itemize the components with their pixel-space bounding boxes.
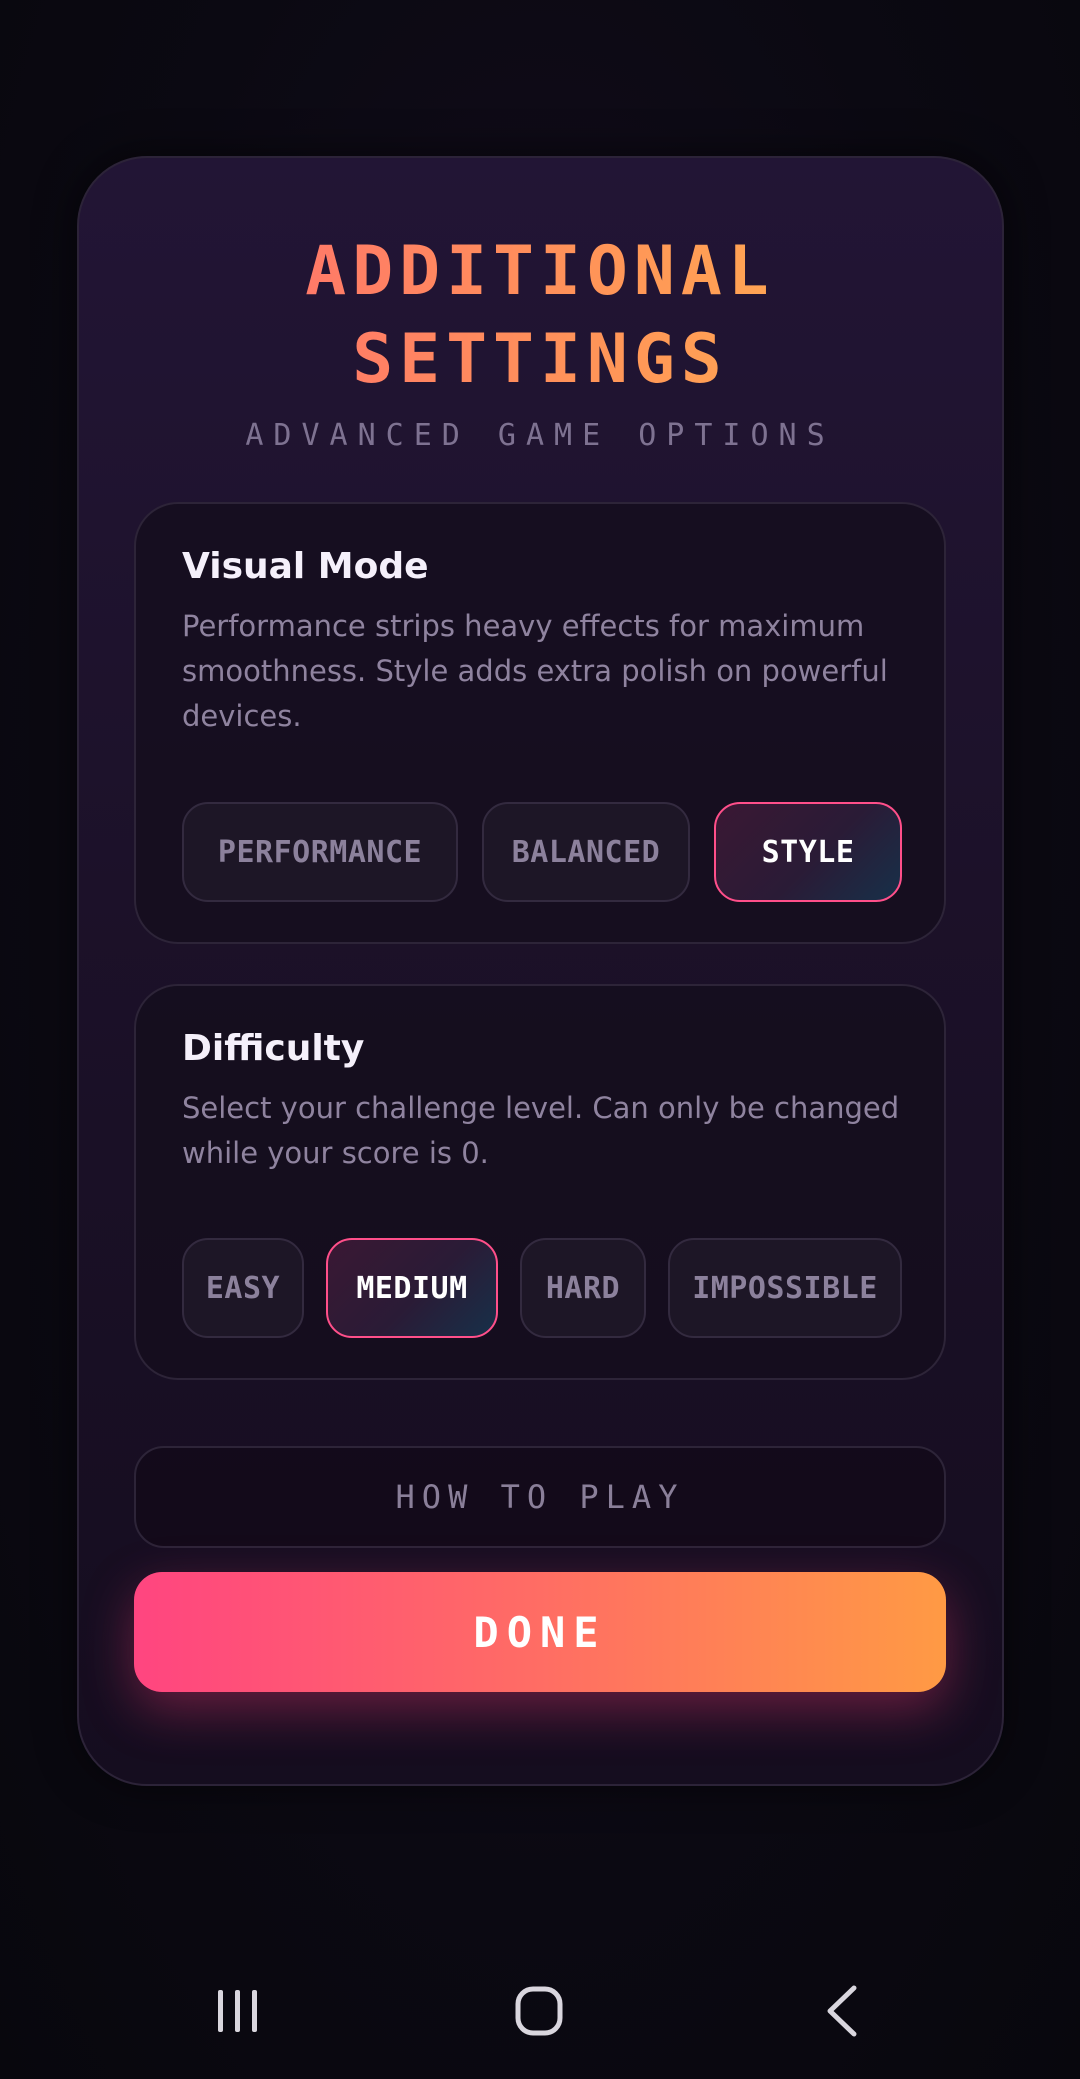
page-subtitle: ADVANCED GAME OPTIONS: [245, 418, 835, 453]
visual-mode-title: Visual Mode: [182, 546, 429, 587]
visual-option-style[interactable]: STYLE: [714, 802, 902, 902]
visual-mode-card: Visual Mode Performance strips heavy eff…: [134, 502, 946, 944]
difficulty-option-impossible[interactable]: IMPOSSIBLE: [668, 1238, 902, 1338]
title-line-1: ADDITIONAL: [305, 232, 775, 311]
difficulty-description: Select your challenge level. Can only be…: [182, 1091, 900, 1170]
title-line-2: SETTINGS: [352, 320, 728, 399]
difficulty-card: Difficulty Select your challenge level. …: [134, 984, 946, 1380]
visual-option-performance[interactable]: PERFORMANCE: [182, 802, 458, 902]
home-icon[interactable]: [500, 1980, 580, 2044]
done-button[interactable]: DONE: [134, 1572, 946, 1692]
back-icon[interactable]: [802, 1980, 882, 2044]
visual-mode-description: Performance strips heavy effects for max…: [182, 609, 888, 733]
visual-option-balanced[interactable]: BALANCED: [482, 802, 690, 902]
recent-apps-icon[interactable]: [198, 1980, 278, 2044]
system-nav-bar: [0, 1940, 1080, 2079]
screen: ADDITIONAL SETTINGS ADVANCED GAME OPTION…: [0, 0, 1080, 2079]
how-to-play-button[interactable]: HOW TO PLAY: [134, 1446, 946, 1548]
difficulty-option-medium[interactable]: MEDIUM: [326, 1238, 498, 1338]
difficulty-option-hard[interactable]: HARD: [520, 1238, 646, 1338]
difficulty-title: Difficulty: [182, 1028, 365, 1069]
difficulty-option-easy[interactable]: EASY: [182, 1238, 304, 1338]
page-title: ADDITIONAL SETTINGS: [0, 228, 1080, 404]
